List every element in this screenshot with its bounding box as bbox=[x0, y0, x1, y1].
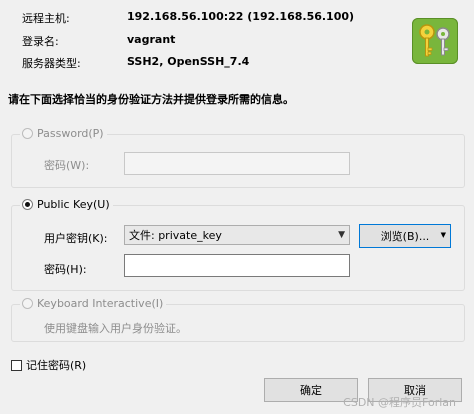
login-name-value: vagrant bbox=[127, 33, 176, 46]
server-type-value: SSH2, OpenSSH_7.4 bbox=[127, 55, 250, 68]
chevron-down-icon: ▼ bbox=[440, 231, 446, 239]
remember-password-label: 记住密码(R) bbox=[26, 359, 87, 372]
browse-button-label: 浏览(B)... bbox=[380, 230, 430, 243]
login-name-label: 登录名: bbox=[22, 35, 59, 48]
remember-password-checkbox[interactable]: 记住密码(R) bbox=[11, 357, 86, 373]
password-group: Password(P) 密码(W): bbox=[11, 127, 465, 188]
ok-button-label: 确定 bbox=[300, 384, 322, 397]
user-key-select[interactable]: 文件: private_key ▼ bbox=[124, 225, 350, 245]
publickey-radio-button[interactable] bbox=[22, 199, 33, 210]
publickey-radio-label: Public Key(U) bbox=[37, 198, 110, 211]
remember-password-box[interactable] bbox=[11, 359, 22, 371]
passphrase-label: 密码(H): bbox=[44, 263, 87, 276]
server-type-label: 服务器类型: bbox=[22, 57, 81, 70]
password-radio: Password(P) bbox=[20, 127, 107, 140]
password-field bbox=[124, 152, 350, 175]
keyboard-interactive-group: Keyboard Interactive(I) 使用键盘输入用户身份验证。 bbox=[11, 297, 465, 342]
remote-host-value: 192.168.56.100:22 (192.168.56.100) bbox=[127, 10, 355, 23]
remote-host-label: 远程主机: bbox=[22, 12, 70, 25]
user-key-label: 用户密钥(K): bbox=[44, 232, 108, 245]
password-radio-label: Password(P) bbox=[37, 127, 104, 140]
keyboard-interactive-description: 使用键盘输入用户身份验证。 bbox=[44, 322, 187, 335]
watermark-text: CSDN @程序员Forlan bbox=[343, 396, 456, 409]
user-key-select-value: 文件: private_key bbox=[129, 229, 222, 242]
password-field-label: 密码(W): bbox=[44, 159, 90, 172]
instruction-text: 请在下面选择恰当的身份验证方法并提供登录所需的信息。 bbox=[8, 93, 294, 106]
keyboard-interactive-radio-label: Keyboard Interactive(I) bbox=[37, 297, 164, 310]
chevron-down-icon: ▼ bbox=[338, 230, 345, 240]
browse-button[interactable]: 浏览(B)... ▼ bbox=[359, 224, 451, 248]
password-radio-button bbox=[22, 128, 33, 139]
keyboard-interactive-radio: Keyboard Interactive(I) bbox=[20, 297, 167, 310]
keyboard-interactive-radio-button bbox=[22, 298, 33, 309]
passphrase-field[interactable] bbox=[124, 254, 350, 277]
keys-icon bbox=[412, 18, 458, 64]
publickey-group: Public Key(U) 用户密钥(K): 文件: private_key ▼… bbox=[11, 198, 465, 291]
publickey-radio[interactable]: Public Key(U) bbox=[20, 198, 113, 211]
